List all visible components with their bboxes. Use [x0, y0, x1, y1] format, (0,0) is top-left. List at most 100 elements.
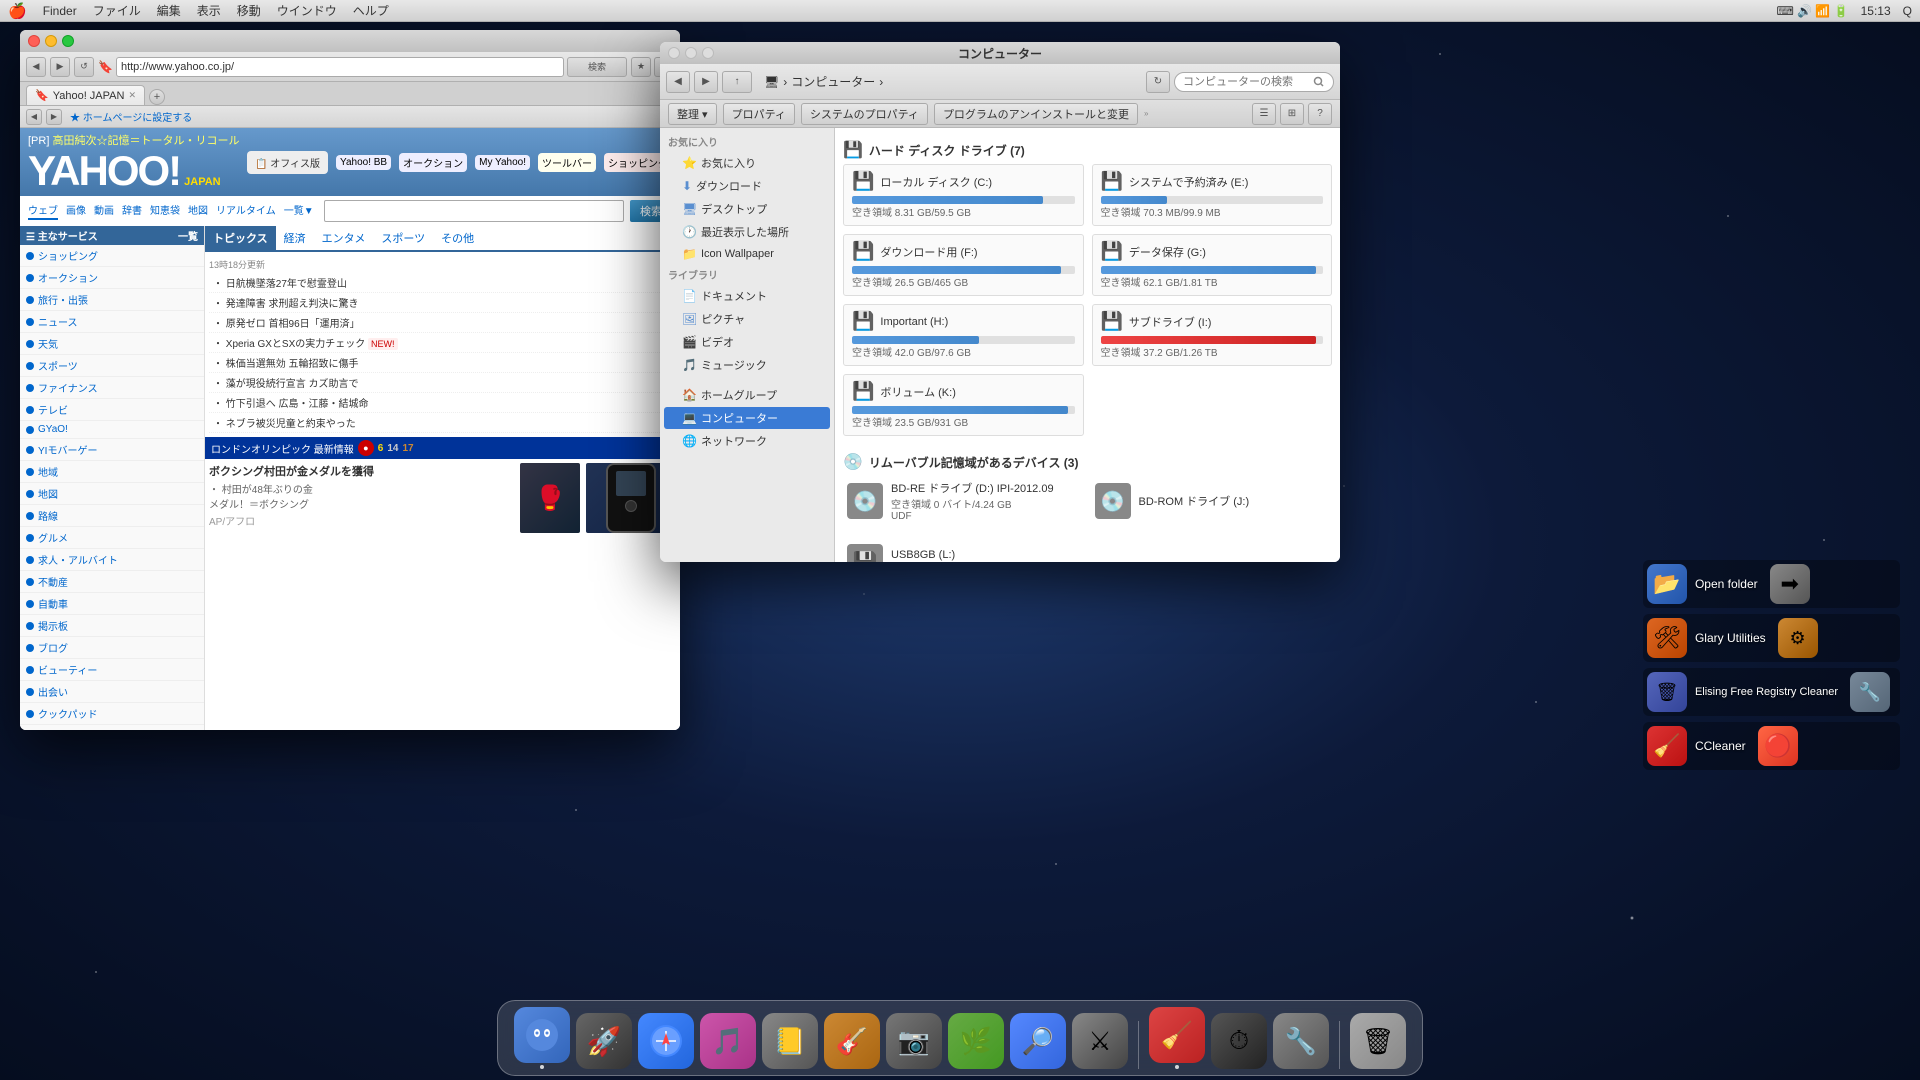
pr-link[interactable]: 高田純次☆記憶＝トータル・リコール — [52, 135, 239, 147]
sidebar-music[interactable]: 🎵 ミュージック — [664, 354, 830, 376]
sidebar-real-estate[interactable]: 不動産 — [20, 571, 204, 593]
sidebar-finance[interactable]: ファイナンス — [20, 377, 204, 399]
back-btn2[interactable]: ◀ — [26, 109, 42, 125]
shortcut-open-folder[interactable]: 📂 Open folder ➡ — [1643, 560, 1900, 608]
sidebar-shopping[interactable]: ショッピング — [20, 245, 204, 267]
drive-usb[interactable]: 💾 USB8GB (L:) 空き領域 7.01 GB/7.46 GB — [843, 540, 1085, 562]
news-item-5[interactable]: ・ 株価当選無効 五輪招致に傷手 — [209, 353, 676, 373]
menubar-view[interactable]: 表示 — [197, 2, 221, 19]
drive-c[interactable]: 💾 ローカル ディスク (C:) 空き領域 8.31 GB/59.5 GB — [843, 164, 1084, 226]
uninstall-btn[interactable]: プログラムのアンインストールと変更 — [934, 103, 1138, 125]
sidebar-gourmet[interactable]: グルメ — [20, 527, 204, 549]
drive-k[interactable]: 💾 ボリューム (K:) 空き領域 23.5 GB/931 GB — [843, 374, 1084, 436]
sidebar-video[interactable]: 🎬 ビデオ — [664, 331, 830, 353]
fm-max[interactable] — [702, 47, 714, 59]
news-item-1[interactable]: ・ 日航機墜落27年で慰霊登山 — [209, 273, 676, 293]
tab-close[interactable]: ✕ — [128, 90, 136, 101]
dock-address-book[interactable]: 📒 — [762, 1013, 818, 1069]
properties-btn[interactable]: プロパティ — [723, 103, 795, 125]
sidebar-desktop[interactable]: 🖥 デスクトップ — [664, 198, 830, 220]
sidebar-pictures[interactable]: 🖼 ピクチャ — [664, 308, 830, 330]
sidebar-sports[interactable]: スポーツ — [20, 355, 204, 377]
list-tab[interactable]: 一覧▼ — [284, 202, 314, 220]
image-tab[interactable]: 画像 — [66, 202, 86, 220]
topics-tab[interactable]: トピックス — [205, 226, 276, 250]
sidebar-recent[interactable]: 🕐 最近表示した場所 — [664, 221, 830, 243]
dock-safari[interactable] — [638, 1013, 694, 1069]
homepage-link[interactable]: ★ ホームページに設定する — [70, 109, 192, 124]
sidebar-news[interactable]: ニュース — [20, 311, 204, 333]
sidebar-auction[interactable]: オークション — [20, 267, 204, 289]
fm-min[interactable] — [685, 47, 697, 59]
dock-itunes[interactable]: 🎵 — [700, 1013, 756, 1069]
news-item-7[interactable]: ・ 竹下引退へ 広島・江藤・結城命 — [209, 393, 676, 413]
drive-f[interactable]: 💾 ダウンロード用 (F:) 空き領域 26.5 GB/465 GB — [843, 234, 1084, 296]
fm-forward[interactable]: ▶ — [694, 71, 718, 93]
others-tab[interactable]: その他 — [433, 226, 482, 250]
sidebar-bbs[interactable]: 掲示板 — [20, 615, 204, 637]
drive-bd-rom[interactable]: 💿 BD-ROM ドライブ (J:) — [1091, 476, 1333, 526]
sidebar-route[interactable]: 路線 — [20, 505, 204, 527]
services-toggle[interactable]: 一覧 — [178, 228, 198, 243]
sidebar-map[interactable]: 地図 — [20, 483, 204, 505]
dict-tab[interactable]: 辞書 — [122, 202, 142, 220]
menubar-help[interactable]: ヘルプ — [353, 2, 389, 19]
dock-game[interactable]: ⚔ — [1072, 1013, 1128, 1069]
dock-search[interactable]: 🔎 — [1010, 1013, 1066, 1069]
minimize-button[interactable] — [45, 35, 57, 47]
shortcut-glary[interactable]: 🛠 Glary Utilities ⚙ — [1643, 614, 1900, 662]
fm-up[interactable]: ↑ — [722, 71, 752, 93]
sidebar-favorites[interactable]: ⭐ お気に入り — [664, 152, 830, 174]
menubar-go[interactable]: 移動 — [237, 2, 261, 19]
shortcut-erasing[interactable]: 🗑 Elising Free Registry Cleaner 🔧 — [1643, 668, 1900, 716]
dock-cleanmymac[interactable]: 🧹 — [1149, 1007, 1205, 1069]
dock-evernote[interactable]: 🌿 — [948, 1013, 1004, 1069]
reload-button[interactable]: ↺ — [74, 57, 94, 77]
dock-finder[interactable] — [514, 1007, 570, 1069]
sidebar-mobage[interactable]: YIモバーゲー — [20, 439, 204, 461]
close-button[interactable] — [28, 35, 40, 47]
sidebar-network[interactable]: 🌐 ネットワーク — [664, 430, 830, 452]
sidebar-weather[interactable]: 天気 — [20, 333, 204, 355]
drive-i[interactable]: 💾 サブドライブ (I:) 空き領域 37.2 GB/1.26 TB — [1092, 304, 1333, 366]
sidebar-docs[interactable]: 📄 ドキュメント — [664, 285, 830, 307]
details-view-btn[interactable]: ☰ — [1252, 103, 1276, 125]
address-bar[interactable]: http://www.yahoo.co.jp/ — [116, 57, 564, 77]
organize-btn[interactable]: 整理 ▾ — [668, 103, 717, 125]
fm-search-input[interactable] — [1174, 72, 1334, 92]
news-item-2[interactable]: ・ 発達障害 求刑超え判決に驚き — [209, 293, 676, 313]
dock-trash[interactable]: 🗑 — [1350, 1013, 1406, 1069]
realtime-tab[interactable]: リアルタイム — [216, 202, 276, 220]
sidebar-blog[interactable]: ブログ — [20, 637, 204, 659]
entame-tab[interactable]: エンタメ — [314, 226, 374, 250]
auction-btn[interactable]: オークション — [399, 153, 467, 172]
menubar-window[interactable]: ウインドウ — [277, 2, 337, 19]
toolbar-btn[interactable]: ツールバー — [538, 153, 596, 172]
dock-launchpad[interactable]: 🚀 — [576, 1013, 632, 1069]
help-btn[interactable]: ? — [1308, 103, 1332, 125]
shortcut-ccleaner[interactable]: 🧹 CCleaner 🔴 — [1643, 722, 1900, 770]
back-button[interactable]: ◀ — [26, 57, 46, 77]
drive-h[interactable]: 💾 Important (H:) 空き領域 42.0 GB/97.6 GB — [843, 304, 1084, 366]
dock-monitor[interactable]: ⏱ — [1211, 1013, 1267, 1069]
drive-e[interactable]: 💾 システムで予約済み (E:) 空き領域 70.3 MB/99.9 MB — [1092, 164, 1333, 226]
sidebar-travel[interactable]: 旅行・出張 — [20, 289, 204, 311]
fm-back[interactable]: ◀ — [666, 71, 690, 93]
news-item-8[interactable]: ・ ネブラ被災児童と約束やった — [209, 413, 676, 433]
sidebar-tv[interactable]: テレビ — [20, 399, 204, 421]
sidebar-auto[interactable]: 自動車 — [20, 593, 204, 615]
bookmark-btn[interactable]: ★ — [631, 57, 651, 77]
sports-tab[interactable]: スポーツ — [373, 226, 433, 250]
dock-tools[interactable]: 🔧 — [1273, 1013, 1329, 1069]
sidebar-download[interactable]: ⬇ ダウンロード — [664, 175, 830, 197]
yahoo-search-input[interactable] — [324, 200, 624, 222]
system-properties-btn[interactable]: システムのプロパティ — [801, 103, 928, 125]
web-tab[interactable]: ウェブ — [28, 202, 58, 220]
qa-tab[interactable]: 知恵袋 — [150, 202, 180, 220]
new-tab-btn[interactable]: + — [149, 89, 165, 105]
menubar-edit[interactable]: 編集 — [157, 2, 181, 19]
fwd-btn2[interactable]: ▶ — [46, 109, 62, 125]
icons-view-btn[interactable]: ⊞ — [1280, 103, 1304, 125]
menubar-finder[interactable]: Finder — [43, 4, 77, 18]
forward-button[interactable]: ▶ — [50, 57, 70, 77]
